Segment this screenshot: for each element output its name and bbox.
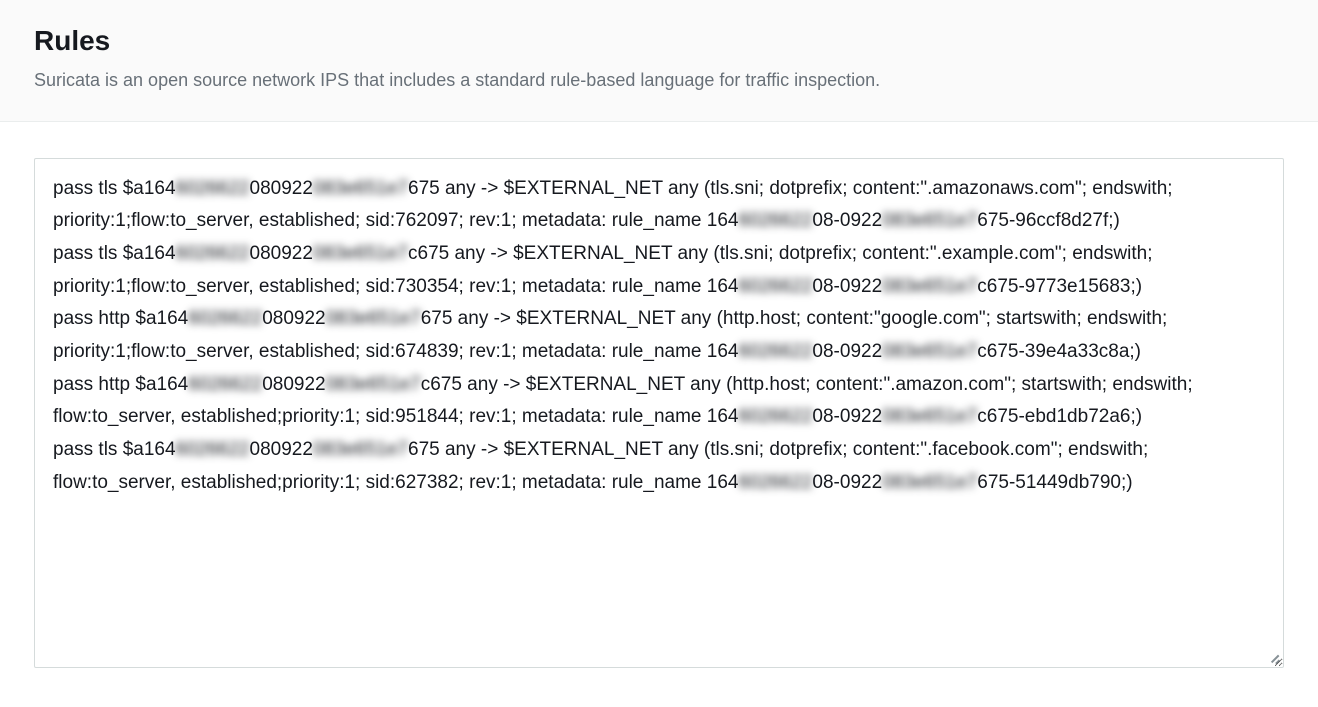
- redacted-text: 083e651e7: [313, 243, 408, 264]
- redacted-text: 083e651e7: [882, 210, 977, 231]
- rule-text: pass tls $a164: [53, 243, 176, 264]
- rule-text: c675-9773e15683;): [977, 276, 1142, 297]
- rule-text: pass tls $a164: [53, 178, 176, 199]
- redacted-text: 6026622: [738, 210, 812, 231]
- redacted-text: 083e651e7: [313, 439, 408, 460]
- rule-text: 080922: [250, 439, 313, 460]
- redacted-text: 6026622: [176, 178, 250, 199]
- redacted-text: 083e651e7: [326, 308, 421, 329]
- content-area: pass tls $a1646026622080922083e651e7675 …: [0, 122, 1318, 682]
- rule-text: c675-39e4a33c8a;): [977, 341, 1141, 362]
- redacted-text: 083e651e7: [326, 374, 421, 395]
- redacted-text: 083e651e7: [882, 472, 977, 493]
- rule-line: pass tls $a1646026622080922083e651e7675 …: [53, 178, 1173, 232]
- rule-line: pass tls $a1646026622080922083e651e7675 …: [53, 439, 1148, 493]
- rule-text: pass http $a164: [53, 374, 188, 395]
- redacted-text: 083e651e7: [313, 178, 408, 199]
- page-subtitle: Suricata is an open source network IPS t…: [34, 68, 1284, 93]
- rule-text: 080922: [250, 178, 313, 199]
- redacted-text: 6026622: [188, 308, 262, 329]
- rules-header: Rules Suricata is an open source network…: [0, 0, 1318, 122]
- rules-textarea[interactable]: pass tls $a1646026622080922083e651e7675 …: [34, 158, 1284, 668]
- page-title: Rules: [34, 24, 1284, 58]
- resize-handle-icon: [1266, 650, 1280, 664]
- redacted-text: 6026622: [738, 406, 812, 427]
- redacted-text: 6026622: [176, 243, 250, 264]
- rule-text: pass tls $a164: [53, 439, 176, 460]
- redacted-text: 6026622: [738, 472, 812, 493]
- rule-text: 08-0922: [812, 406, 882, 427]
- redacted-text: 083e651e7: [882, 406, 977, 427]
- rule-text: 675-96ccf8d27f;): [977, 210, 1120, 231]
- rule-text: c675-ebd1db72a6;): [977, 406, 1142, 427]
- redacted-text: 083e651e7: [882, 276, 977, 297]
- rule-line: pass http $a1646026622080922083e651e7c67…: [53, 374, 1193, 428]
- rule-text: pass http $a164: [53, 308, 188, 329]
- rule-line: pass http $a1646026622080922083e651e7675…: [53, 308, 1167, 362]
- rule-text: 080922: [262, 374, 325, 395]
- rule-text: 08-0922: [812, 472, 882, 493]
- rule-text: 08-0922: [812, 341, 882, 362]
- redacted-text: 6026622: [738, 276, 812, 297]
- rule-text: 08-0922: [812, 276, 882, 297]
- rule-text: 080922: [250, 243, 313, 264]
- rule-text: 08-0922: [812, 210, 882, 231]
- redacted-text: 6026622: [738, 341, 812, 362]
- rule-text: 675-51449db790;): [977, 472, 1132, 493]
- rule-line: pass tls $a1646026622080922083e651e7c675…: [53, 243, 1152, 297]
- redacted-text: 083e651e7: [882, 341, 977, 362]
- redacted-text: 6026622: [188, 374, 262, 395]
- rule-text: 080922: [262, 308, 325, 329]
- redacted-text: 6026622: [176, 439, 250, 460]
